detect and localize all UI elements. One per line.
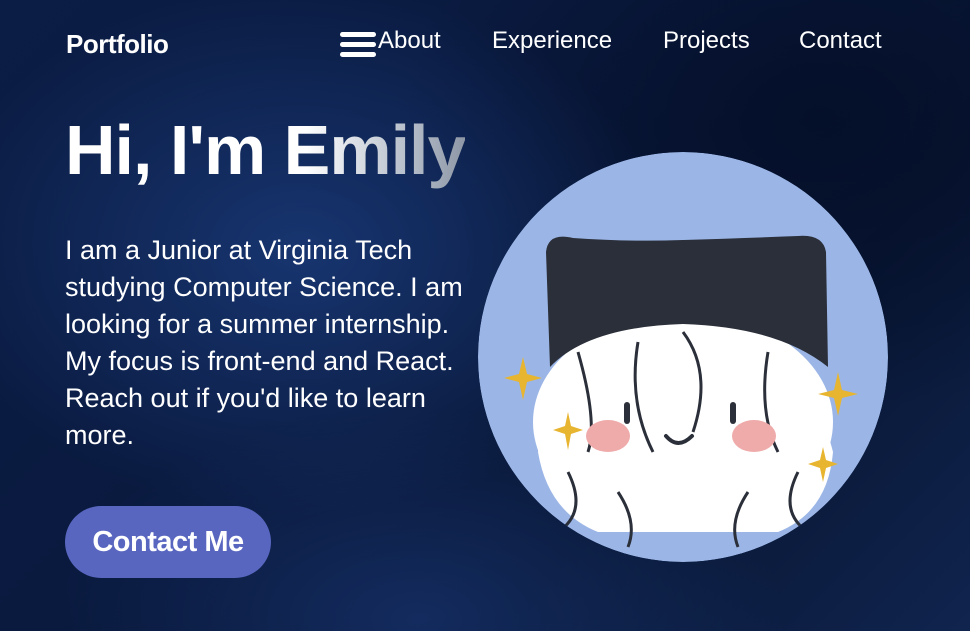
site-logo[interactable]: Portfolio <box>66 29 169 60</box>
avatar <box>478 152 888 562</box>
nav-link-about[interactable]: About <box>378 27 441 55</box>
avatar-illustration <box>478 152 888 562</box>
contact-me-button[interactable]: Contact Me <box>65 506 271 578</box>
nav-link-projects[interactable]: Projects <box>663 27 750 55</box>
hamburger-menu-icon[interactable] <box>340 32 376 58</box>
hero-title: Hi, I'm Emily <box>65 111 466 189</box>
navbar: Portfolio About Experience Projects Cont… <box>0 0 970 90</box>
nav-link-experience[interactable]: Experience <box>492 27 612 55</box>
nav-link-contact[interactable]: Contact <box>799 27 882 55</box>
hero-description: I am a Junior at Virginia Tech studying … <box>65 235 463 450</box>
